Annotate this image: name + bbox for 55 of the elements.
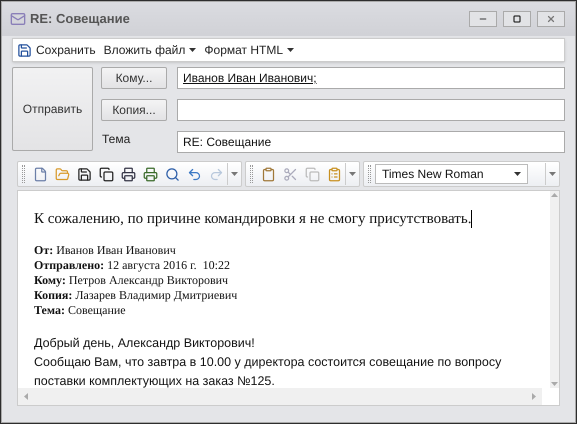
toolbar-overflow-button[interactable]: [345, 163, 359, 185]
input-field[interactable]: RE: Совещание: [177, 131, 565, 153]
quote-header-line: Тема: Совещание: [34, 302, 127, 318]
scissors-icon: [282, 166, 298, 182]
quote-header-line: Отправлено: 12 августа 2016 г. 10:22: [34, 258, 231, 272]
close-button[interactable]: [537, 11, 565, 27]
vertical-scrollbar[interactable]: [550, 191, 559, 388]
envelope-icon: [10, 11, 26, 27]
input-field[interactable]: Иванов Иван Иванович;: [177, 67, 565, 89]
redo-icon: [208, 166, 224, 182]
window-title: RE: Совещание: [30, 10, 130, 28]
undo-icon: [186, 166, 202, 182]
send-button[interactable]: Отправить: [12, 67, 93, 151]
scroll-down-icon[interactable]: [551, 382, 558, 386]
toolbar-overflow-button[interactable]: [227, 163, 241, 185]
recipient-button[interactable]: Кому...: [101, 67, 167, 89]
close-icon: [546, 14, 556, 24]
folder-icon: [54, 166, 70, 182]
menu-item[interactable]: Сохранить: [17, 41, 96, 59]
body-paragraph: Сообщаю Вам, что завтра в 10.00 у директора состоится совещание по вопросу поставки комплектующих на заказ №125.: [34, 354, 502, 390]
caret-icon: [189, 48, 196, 52]
printer-icon: [120, 166, 136, 182]
clipboard-icon: [260, 166, 276, 182]
copy-icon: [98, 166, 114, 182]
floppy-icon: [17, 42, 32, 58]
search-icon: [164, 166, 180, 182]
caret-icon: [549, 172, 556, 176]
field-label: Тема: [101, 131, 132, 148]
reply-text: К сожалению, по причине командировки я не смогу присутствовать.: [34, 210, 472, 229]
clipboard-list-icon: [326, 166, 342, 182]
body-paragraph: Добрый день, Александр Викторович!: [34, 334, 256, 352]
copy-icon: [304, 166, 320, 182]
font-dropdown[interactable]: Times New Roman: [375, 164, 528, 184]
quote-header-line: Копия: Лазарев Владимир Дмитриевич: [34, 288, 238, 302]
input-field[interactable]: [177, 99, 565, 121]
caret-icon: [287, 48, 294, 52]
printer-icon: [142, 166, 158, 182]
scroll-left-icon[interactable]: [24, 393, 28, 400]
menu-item[interactable]: Вложить файл: [104, 41, 196, 59]
minimize-button[interactable]: [469, 11, 497, 27]
quote-header-line: От: Иванов Иван Иванович: [34, 242, 177, 258]
scroll-up-icon[interactable]: [551, 193, 558, 197]
toolbar-overflow-button[interactable]: [545, 163, 559, 185]
floppy-icon: [76, 166, 92, 182]
horizontal-scrollbar[interactable]: [18, 388, 542, 405]
recipient-button[interactable]: Копия...: [101, 99, 167, 121]
caret-icon: [349, 172, 356, 176]
blank-page-icon: [32, 166, 48, 182]
scroll-right-icon[interactable]: [532, 393, 536, 400]
caret-icon: [514, 172, 521, 176]
menu-item[interactable]: Формат HTML: [204, 41, 294, 59]
maximize-button[interactable]: [503, 11, 531, 27]
maximize-icon: [513, 15, 521, 23]
caret-icon: [231, 172, 238, 176]
quote-header-line: Кому: Петров Александр Викторович: [34, 272, 230, 288]
